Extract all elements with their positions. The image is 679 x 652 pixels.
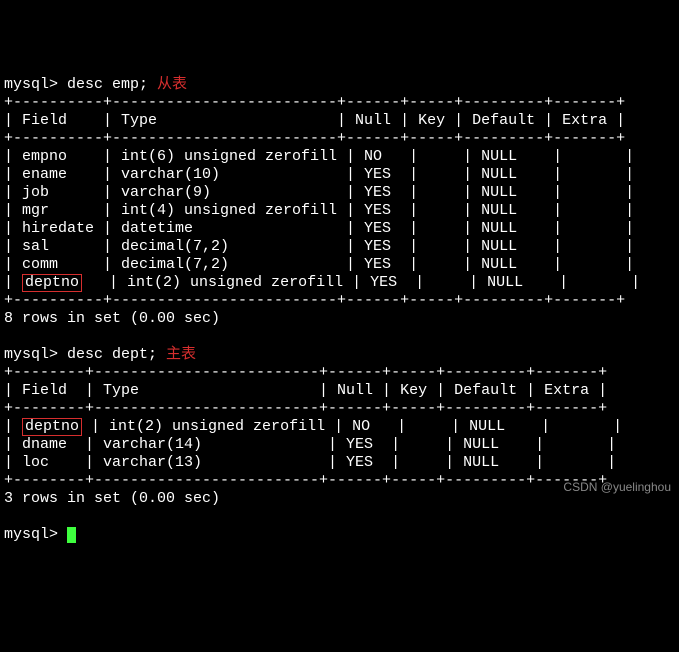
watermark: CSDN @yuelinghou <box>563 478 671 496</box>
highlight-deptno: deptno <box>22 418 82 436</box>
table-row: | deptno | int(2) unsigned zerofill | NO… <box>4 418 675 436</box>
table-row: | dname | varchar(14) | YES | | NULL | | <box>4 436 675 454</box>
highlight-deptno: deptno <box>22 274 82 292</box>
cursor <box>67 527 76 543</box>
table-row: | ename | varchar(10) | YES | | NULL | | <box>4 166 675 184</box>
table-sep: +----------+-------------------------+--… <box>4 292 675 310</box>
table-sep: +----------+-------------------------+--… <box>4 130 675 148</box>
table-row: | mgr | int(4) unsigned zerofill | YES |… <box>4 202 675 220</box>
table-sep: +--------+-------------------------+----… <box>4 400 675 418</box>
table-row: | comm | decimal(7,2) | YES | | NULL | | <box>4 256 675 274</box>
table-sep: +--------+-------------------------+----… <box>4 364 675 382</box>
table-row: | sal | decimal(7,2) | YES | | NULL | | <box>4 238 675 256</box>
table-row: | hiredate | datetime | YES | | NULL | | <box>4 220 675 238</box>
table-header: | Field | Type | Null | Key | Default | … <box>4 382 675 400</box>
table-header: | Field | Type | Null | Key | Default | … <box>4 112 675 130</box>
prompt-line-3[interactable]: mysql> <box>4 526 675 544</box>
table-row: | empno | int(6) unsigned zerofill | NO … <box>4 148 675 166</box>
prompt-line-2: mysql> desc dept; 主表 <box>4 346 675 364</box>
blank-line <box>4 328 675 346</box>
annotation-main-table: 主表 <box>166 346 196 363</box>
table-row: | deptno | int(2) unsigned zerofill | YE… <box>4 274 675 292</box>
rows-footer: 8 rows in set (0.00 sec) <box>4 310 675 328</box>
table-row: | job | varchar(9) | YES | | NULL | | <box>4 184 675 202</box>
table-row: | loc | varchar(13) | YES | | NULL | | <box>4 454 675 472</box>
annotation-from-table: 从表 <box>157 76 187 93</box>
terminal-output: mysql> desc emp; 从表+----------+---------… <box>4 76 675 544</box>
prompt-line-1: mysql> desc emp; 从表 <box>4 76 675 94</box>
table-sep: +----------+-------------------------+--… <box>4 94 675 112</box>
blank-line <box>4 508 675 526</box>
